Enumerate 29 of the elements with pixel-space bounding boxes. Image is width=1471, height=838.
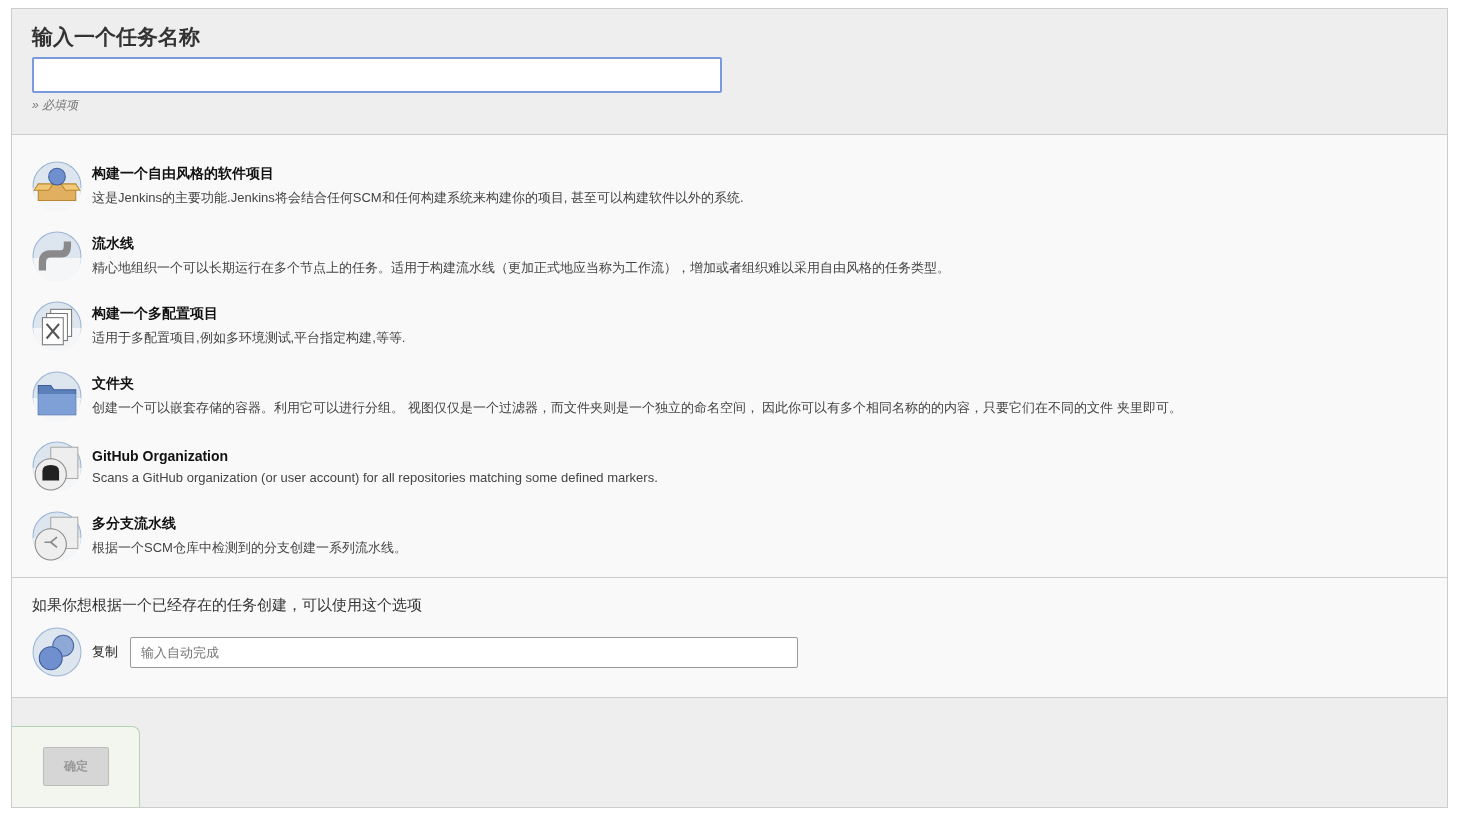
required-hint: » 必填项 bbox=[32, 97, 81, 114]
item-type-description: Scans a GitHub organization (or user account) for all repositories matching some defined markers. bbox=[92, 469, 658, 485]
item-type-title: 构建一个多配置项目 bbox=[92, 305, 219, 323]
item-type-title: 构建一个自由风格的软件项目 bbox=[92, 165, 275, 183]
item-type-description: 适用于多配置项目,例如多环境测试,平台指定构建,等等. bbox=[92, 329, 406, 347]
item-type-title: 多分支流水线 bbox=[92, 515, 177, 533]
item-type-title: 文件夹 bbox=[92, 375, 135, 393]
pipe-icon bbox=[32, 231, 82, 281]
box-icon bbox=[32, 161, 82, 211]
item-type-description: 创建一个可以嵌套存储的容器。利用它可以进行分组。 视图仅仅是一个过滤器，而文件夹则是一个独立的命名空间， 因此你可以有多个相同名称的的内容，只要它们在不同的文件 夹里即可。 bbox=[92, 399, 1182, 417]
item-type-title: 流水线 bbox=[92, 235, 135, 253]
item-type-option[interactable]: 构建一个多配置项目 适用于多配置项目,例如多环境测试,平台指定构建,等等. bbox=[32, 291, 1427, 361]
item-type-option[interactable]: 构建一个自由风格的软件项目 这是Jenkins的主要功能.Jenkins将会结合任何SCM和任何构建系统来构建你的项目, 甚至可以构建软件以外的系统. bbox=[32, 151, 1427, 221]
spheres-icon bbox=[32, 627, 82, 677]
copy-label: 复制 bbox=[92, 643, 118, 661]
item-type-option[interactable]: 流水线 精心地组织一个可以长期运行在多个节点上的任务。适用于构建流水线（更加正式地应当称为工作流），增加或者组织难以采用自由风格的任务类型。 bbox=[32, 221, 1427, 291]
folder-icon bbox=[32, 371, 82, 421]
item-type-option[interactable]: GitHub Organization Scans a GitHub organization (or user account) for all repositories matching some defined markers. bbox=[32, 431, 1427, 501]
item-type-description: 这是Jenkins的主要功能.Jenkins将会结合任何SCM和任何构建系统来构建你的项目, 甚至可以构建软件以外的系统. bbox=[92, 189, 744, 207]
item-type-title: GitHub Organization bbox=[92, 447, 230, 464]
copy-from-field[interactable]: 输入自动完成 bbox=[130, 636, 798, 668]
item-type-description: 根据一个SCM仓库中检测到的分支创建一系列流水线。 bbox=[92, 539, 407, 557]
item-type-option[interactable]: 文件夹 创建一个可以嵌套存储的容器。利用它可以进行分组。 视图仅仅是一个过滤器，而文件夹则是一个独立的命名空间， 因此你可以有多个相同名称的的内容，只要它们在不同的文件 夹里即可。 bbox=[32, 361, 1427, 431]
item-type-description: 精心地组织一个可以长期运行在多个节点上的任务。适用于构建流水线（更加正式地应当称为工作流），增加或者组织难以采用自由风格的任务类型。 bbox=[92, 259, 950, 277]
branch-icon bbox=[32, 511, 82, 561]
item-name-field[interactable] bbox=[32, 57, 722, 93]
section-title: 输入一个任务名称 bbox=[32, 24, 201, 50]
item-type-option[interactable]: 多分支流水线 根据一个SCM仓库中检测到的分支创建一系列流水线。 bbox=[32, 501, 1427, 571]
copy-prompt: 如果你想根据一个已经存在的任务创建，可以使用这个选项 bbox=[32, 596, 423, 615]
